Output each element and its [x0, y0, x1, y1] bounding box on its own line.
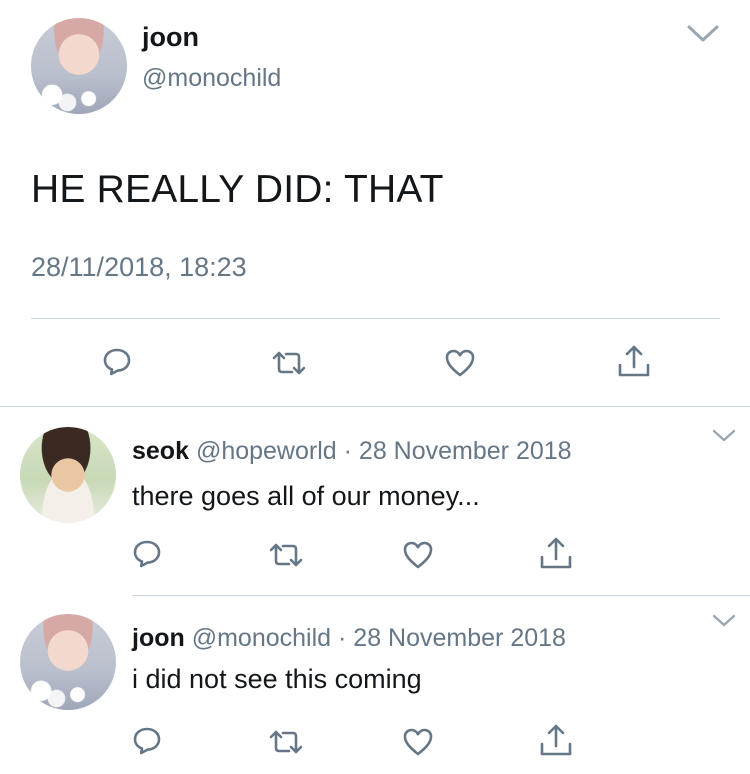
meta-separator: · [343, 437, 352, 465]
tweet-text: HE REALLY DID: THAT [31, 168, 444, 211]
author-handle[interactable]: @monochild [192, 624, 331, 652]
retweet-icon[interactable] [270, 349, 308, 377]
share-icon[interactable] [616, 343, 652, 379]
author-name[interactable]: joon [142, 22, 199, 53]
reply-date[interactable]: 28 November 2018 [353, 624, 566, 652]
author-name[interactable]: seok [132, 437, 189, 465]
reply-icon[interactable] [102, 347, 132, 377]
reply-header: joon @monochild · 28 November 2018 [132, 624, 566, 653]
author-name[interactable]: joon [132, 624, 185, 652]
reply-icon[interactable] [132, 539, 162, 569]
share-icon[interactable] [538, 535, 574, 571]
chevron-down-icon[interactable] [712, 429, 736, 448]
author-handle[interactable]: @monochild [142, 64, 281, 93]
reply-tweet: seok @hopeworld · 28 November 2018 there… [0, 407, 750, 595]
share-icon[interactable] [538, 722, 574, 758]
reply-tweet: joon @monochild · 28 November 2018 i did… [0, 596, 750, 774]
like-icon[interactable] [402, 727, 434, 757]
reply-text: i did not see this coming [132, 664, 422, 694]
meta-separator: · [338, 624, 347, 652]
avatar[interactable] [20, 614, 116, 710]
chevron-down-icon[interactable] [712, 614, 736, 633]
avatar[interactable] [20, 427, 116, 523]
retweet-icon[interactable] [267, 541, 305, 569]
avatar[interactable] [31, 18, 127, 114]
divider [31, 318, 720, 319]
chevron-down-icon[interactable] [686, 24, 720, 49]
like-icon[interactable] [402, 540, 434, 570]
reply-icon[interactable] [132, 726, 162, 756]
tweet-timestamp[interactable]: 28/11/2018, 18:23 [31, 252, 247, 283]
author-handle[interactable]: @hopeworld [196, 437, 337, 465]
reply-text: there goes all of our money... [132, 481, 480, 511]
retweet-icon[interactable] [267, 728, 305, 756]
reply-header: seok @hopeworld · 28 November 2018 [132, 437, 572, 466]
main-tweet: joon @monochild HE REALLY DID: THAT 28/1… [0, 0, 750, 406]
reply-date[interactable]: 28 November 2018 [359, 437, 572, 465]
like-icon[interactable] [444, 348, 476, 378]
